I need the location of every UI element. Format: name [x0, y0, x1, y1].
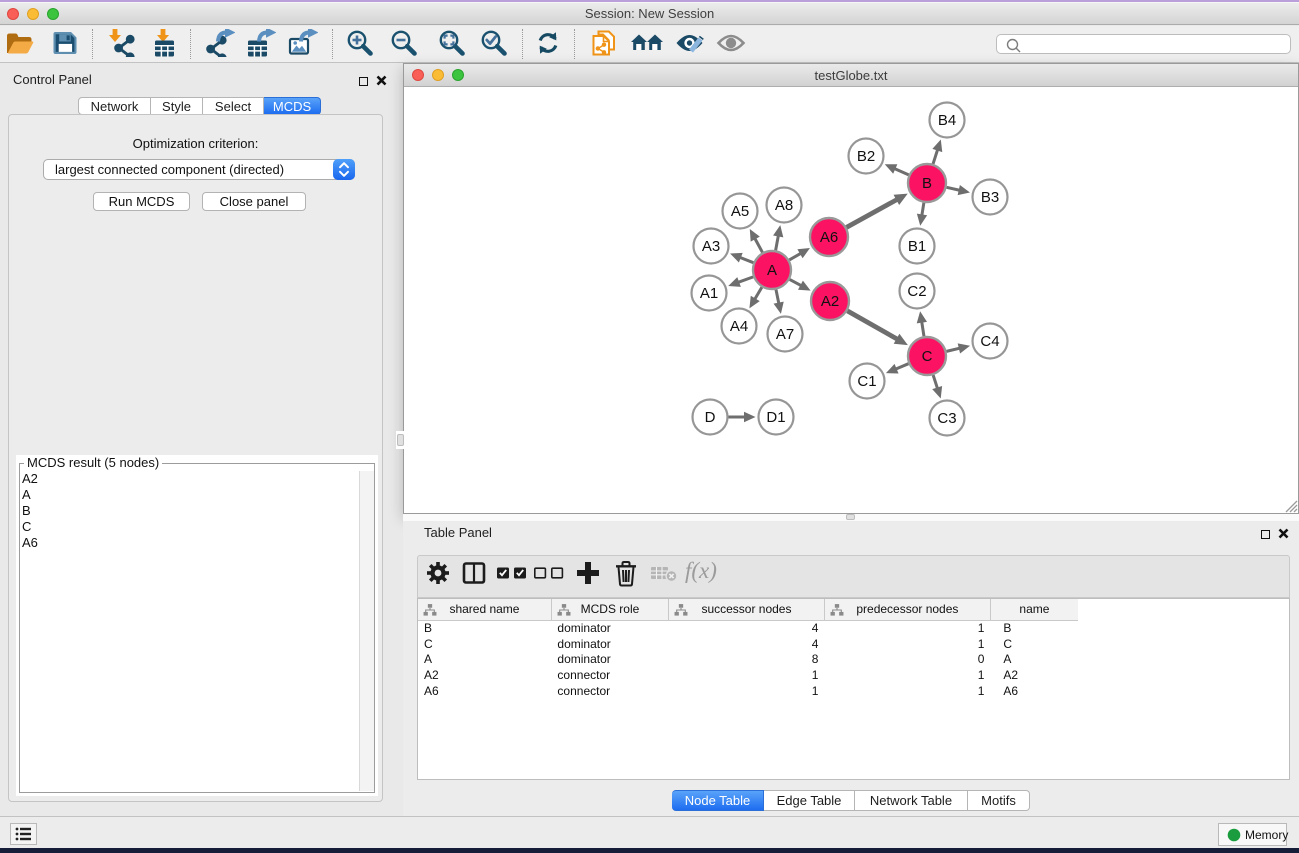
svg-text:C3: C3 — [937, 410, 956, 427]
svg-text:B: B — [922, 175, 932, 192]
svg-text:D1: D1 — [766, 409, 785, 426]
svg-text:A3: A3 — [702, 238, 720, 255]
svg-text:A6: A6 — [820, 229, 838, 246]
svg-text:B1: B1 — [908, 238, 926, 255]
svg-text:C2: C2 — [907, 283, 926, 300]
svg-text:B3: B3 — [981, 189, 999, 206]
svg-text:A5: A5 — [731, 203, 749, 220]
svg-text:C: C — [922, 348, 933, 365]
svg-text:B2: B2 — [857, 148, 875, 165]
svg-text:C4: C4 — [980, 333, 999, 350]
svg-text:A1: A1 — [700, 285, 718, 302]
svg-text:C1: C1 — [857, 373, 876, 390]
svg-text:A2: A2 — [821, 293, 839, 310]
svg-text:A8: A8 — [775, 197, 793, 214]
svg-text:A4: A4 — [730, 318, 748, 335]
svg-text:A7: A7 — [776, 326, 794, 343]
svg-text:A: A — [767, 262, 777, 279]
svg-text:B4: B4 — [938, 112, 956, 129]
svg-text:D: D — [705, 409, 716, 426]
